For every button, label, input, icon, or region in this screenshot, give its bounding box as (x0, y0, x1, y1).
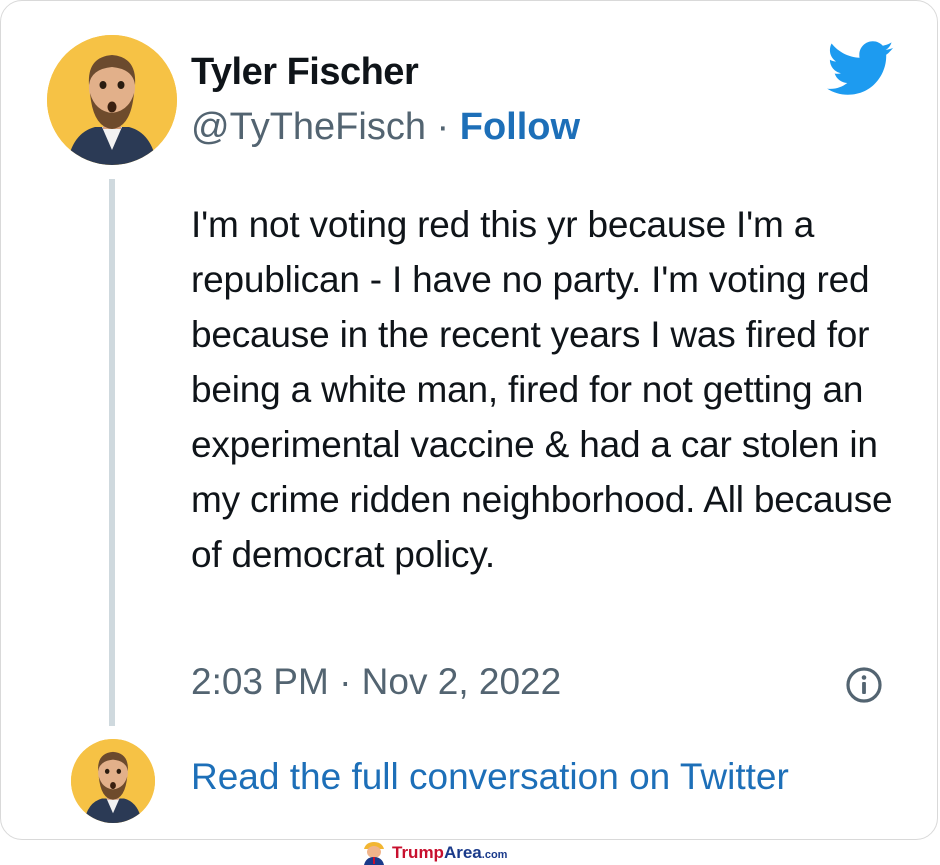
tweet-timestamp[interactable]: 2:03 PM · Nov 2, 2022 (191, 661, 561, 703)
info-icon[interactable] (845, 666, 883, 704)
reply-avatar-image (71, 739, 155, 823)
watermark-text: TrumpArea.com (392, 843, 507, 863)
watermark-brand-part1: Trump (392, 842, 444, 862)
thread-connector-line (109, 179, 115, 726)
watermark-logo-icon (364, 842, 384, 865)
read-full-conversation-link[interactable]: Read the full conversation on Twitter (191, 756, 789, 798)
author-avatar[interactable] (47, 35, 177, 165)
site-watermark: TrumpArea.com (360, 840, 570, 865)
author-name[interactable]: Tyler Fischer (191, 51, 419, 94)
reply-avatar[interactable] (71, 739, 155, 823)
tweet-text: I'm not voting red this yr because I'm a… (191, 204, 893, 575)
handle-separator: · (425, 106, 460, 148)
author-handle[interactable]: @TyTheFisch (191, 106, 426, 148)
watermark-brand-part2: Area (443, 842, 482, 862)
watermark-brand-suffix: .com (481, 848, 508, 861)
tweet-card: Tyler Fischer @TyTheFisch · Follow I'm n… (0, 0, 938, 840)
twitter-bird-icon[interactable] (827, 41, 895, 97)
page: Tyler Fischer @TyTheFisch · Follow I'm n… (0, 0, 940, 865)
author-handle-line: @TyTheFisch · Follow (191, 106, 580, 149)
follow-button[interactable]: Follow (460, 106, 580, 148)
author-avatar-image (47, 35, 177, 165)
